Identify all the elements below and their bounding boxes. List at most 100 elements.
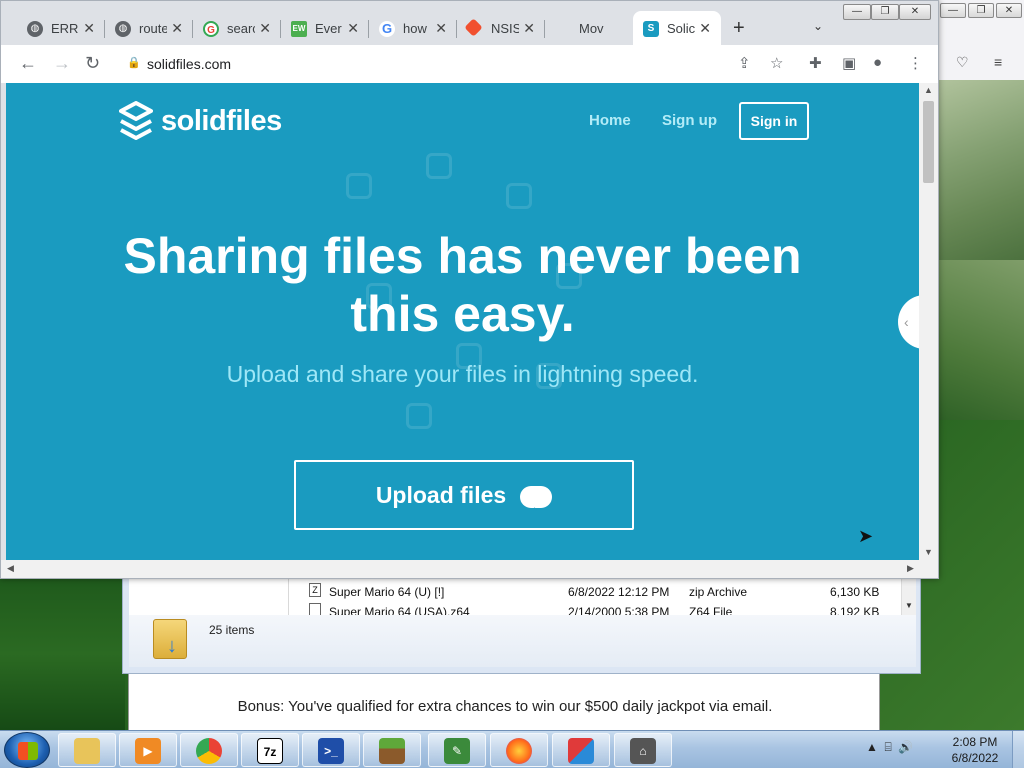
taskbar-explorer-button[interactable] (58, 733, 116, 767)
file-type: Z64 File (689, 605, 733, 615)
close-window-button[interactable]: ✕ (899, 4, 931, 20)
nav-signup-link[interactable]: Sign up (662, 112, 717, 129)
wallpaper-left-strip (0, 578, 125, 730)
tab-evernote[interactable]: EW Ever ✕ (281, 11, 369, 45)
7zip-icon: 7z (257, 738, 283, 764)
scroll-right-icon[interactable]: ▶ (907, 563, 914, 574)
extensions-icon[interactable]: ✚ (809, 54, 822, 72)
explorer-nav-pane (129, 579, 289, 615)
menu-icon[interactable]: ≡ (994, 54, 1002, 70)
taskbar-installer-button[interactable]: ⌂ (614, 733, 672, 767)
tab-solidfiles[interactable]: S Solic ✕ (633, 11, 721, 45)
back-icon[interactable]: ← (19, 53, 37, 74)
windows-logo-icon (18, 742, 38, 760)
tab-title: route (139, 21, 167, 36)
taskbar-app2-button[interactable] (552, 733, 610, 767)
lock-icon[interactable]: 🔒 (127, 56, 141, 69)
reload-icon[interactable]: ↻ (85, 53, 100, 74)
taskbar-firefox-button[interactable] (490, 733, 548, 767)
table-row[interactable]: Super Mario 64 (USA).z64 2/14/2000 5:38 … (289, 603, 901, 615)
explorer-file-list: Z Super Mario 64 (U) [!] 6/8/2022 12:12 … (289, 579, 901, 615)
file-date: 2/14/2000 5:38 PM (568, 605, 670, 615)
tab-title: NSIS (491, 21, 519, 36)
google-icon: G (203, 21, 219, 37)
close-tab-icon[interactable]: ✕ (523, 20, 535, 37)
tab-title: Solic (667, 21, 695, 36)
share-icon[interactable]: ⇪ (738, 54, 751, 72)
forward-icon[interactable]: → (53, 53, 71, 74)
clock-date[interactable]: 6/8/2022 (945, 751, 1005, 765)
close-tab-icon[interactable]: ✕ (347, 20, 359, 37)
minecraft-icon (379, 738, 405, 764)
tab-erro[interactable]: ◍ ERRO ✕ (17, 11, 105, 45)
powershell-icon: >_ (318, 738, 344, 764)
tab-search-icon[interactable]: ⌄ (813, 19, 823, 33)
close-tab-icon[interactable]: ✕ (699, 20, 711, 37)
side-panel-icon[interactable]: ▣ (842, 54, 856, 72)
tab-mov[interactable]: Mov (545, 11, 633, 45)
solidfiles-logo-icon (119, 101, 153, 140)
background-webpage: Bonus: You've qualified for extra chance… (128, 674, 880, 730)
upload-files-label: Upload files (375, 482, 507, 508)
table-row[interactable]: Z Super Mario 64 (U) [!] 6/8/2022 12:12 … (289, 583, 901, 601)
taskbar-7zip-button[interactable]: 7z (241, 733, 299, 767)
wallpaper-banknote-lower (935, 260, 1024, 420)
restore-button[interactable]: ❐ (871, 4, 899, 20)
profile-avatar-icon[interactable]: ● (873, 54, 882, 71)
tab-route[interactable]: ◍ route ✕ (105, 11, 193, 45)
browser-toolbar: ← → ↻ 🔒 solidfiles.com ⇪ ☆ ✚ ▣ ● ⋮ (1, 45, 938, 83)
globe-icon: ◍ (27, 21, 43, 37)
new-tab-icon[interactable]: + (733, 17, 745, 40)
bookmark-star-icon[interactable]: ☆ (770, 54, 783, 72)
pocket-icon[interactable]: ♡ (956, 54, 969, 71)
taskbar-app-button[interactable]: ✎ (428, 733, 486, 767)
background-restore-button[interactable]: ❐ (968, 3, 994, 18)
scrollbar-thumb[interactable] (923, 101, 934, 183)
git-icon (464, 18, 483, 37)
zip-file-icon: Z (309, 583, 321, 597)
nav-home-link[interactable]: Home (589, 112, 631, 129)
tab-how[interactable]: G how ✕ (369, 11, 457, 45)
background-minimize-button[interactable]: — (940, 3, 966, 18)
file-type: zip Archive (689, 585, 748, 599)
chrome-icon (196, 738, 222, 764)
hero-subtitle: Upload and share your files in lightning… (226, 361, 699, 387)
tab-search[interactable]: G searc ✕ (193, 11, 281, 45)
scroll-up-icon[interactable]: ▲ (924, 85, 933, 95)
taskbar-powershell-button[interactable]: >_ (302, 733, 360, 767)
scroll-down-icon[interactable]: ▼ (924, 547, 933, 557)
horizontal-scrollbar[interactable]: ◀ ▶ (1, 560, 938, 578)
vertical-scrollbar[interactable]: ▲ ▼ (919, 83, 938, 560)
clock-time[interactable]: 2:08 PM (945, 735, 1005, 749)
scroll-left-icon[interactable]: ◀ (7, 563, 14, 574)
tab-strip: ◍ ERRO ✕ ◍ route ✕ G searc ✕ EW Ever ✕ G… (1, 1, 938, 45)
file-icon (309, 603, 321, 615)
tray-icons[interactable]: ▲ ⌸ 🔊 (866, 740, 913, 755)
item-count: 25 items (209, 623, 255, 637)
upload-files-button[interactable]: Upload files (294, 460, 634, 546)
hero-line-1: Sharing files has never been (123, 228, 802, 284)
taskbar-minecraft-button[interactable] (363, 733, 421, 767)
url-text[interactable]: solidfiles.com (147, 56, 231, 72)
tab-nsis[interactable]: NSIS ✕ (457, 11, 545, 45)
file-size: 6,130 KB (830, 585, 880, 599)
signin-button[interactable]: Sign in (739, 102, 809, 140)
chevron-left-icon: ‹ (904, 314, 909, 330)
kebab-menu-icon[interactable]: ⋮ (908, 54, 923, 72)
tab-title: ERRO (51, 21, 79, 36)
background-close-button[interactable]: ✕ (996, 3, 1022, 18)
feather-app-icon: ✎ (444, 738, 470, 764)
close-tab-icon[interactable]: ✕ (435, 20, 447, 37)
installer-icon: ⌂ (630, 738, 656, 764)
hero-heading: Sharing files has never been this easy. (6, 227, 919, 343)
close-tab-icon[interactable]: ✕ (83, 20, 95, 37)
taskbar-chrome-button[interactable] (180, 733, 238, 767)
address-bar[interactable]: 🔒 solidfiles.com (117, 50, 801, 78)
explorer-scrollbar[interactable]: ▼ (901, 579, 916, 615)
minimize-button[interactable]: — (843, 4, 871, 20)
start-button[interactable] (4, 732, 50, 768)
close-tab-icon[interactable]: ✕ (259, 20, 271, 37)
taskbar-media-player-button[interactable]: ▶ (119, 733, 177, 767)
show-desktop-button[interactable] (1012, 731, 1024, 768)
close-tab-icon[interactable]: ✕ (171, 20, 183, 37)
